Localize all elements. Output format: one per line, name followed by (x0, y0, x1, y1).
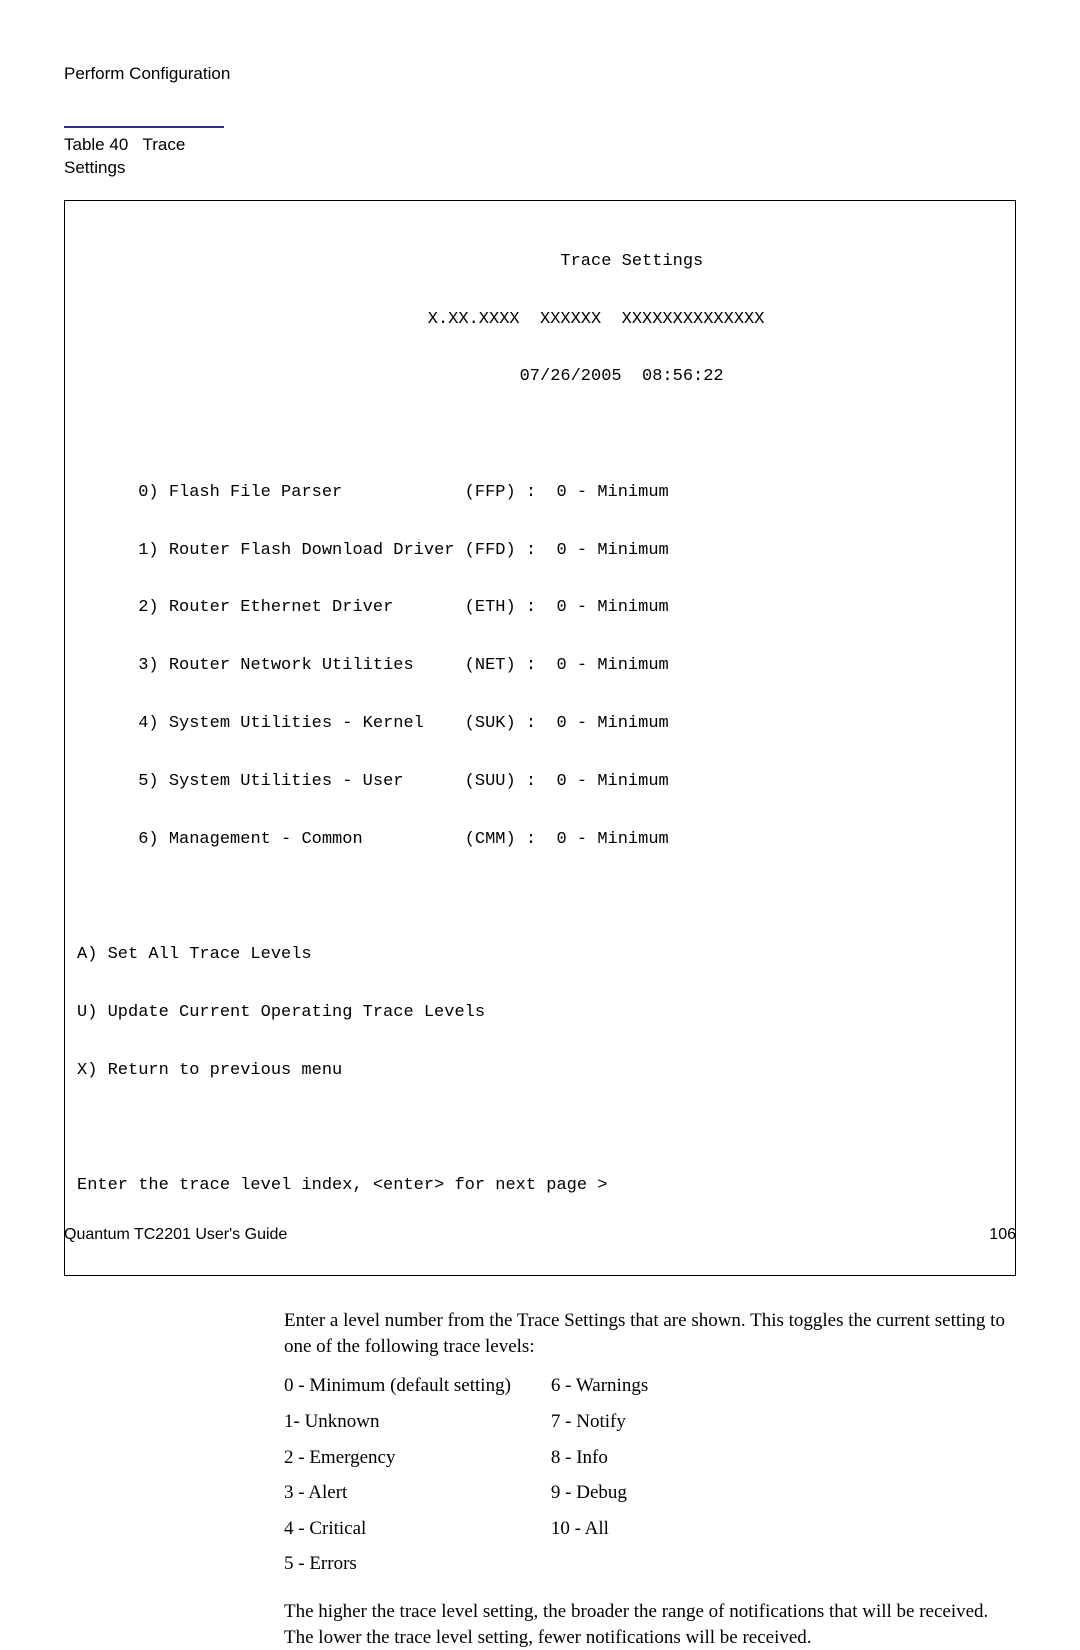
page-footer: Quantum TC2201 User's Guide 106 (64, 1226, 1016, 1244)
terminal-item-1: 1) Router Flash Download Driver (FFD) : … (77, 537, 1003, 566)
footer-left: Quantum TC2201 User's Guide (64, 1226, 287, 1244)
terminal-prompt: Enter the trace level index, <enter> for… (77, 1172, 1003, 1201)
terminal-cmd-a: A) Set All Trace Levels (77, 941, 1003, 970)
level-right-1: 7 - Notify (551, 1409, 688, 1445)
level-left-5: 5 - Errors (284, 1551, 551, 1587)
table-row: 4 - Critical10 - All (284, 1516, 688, 1552)
terminal-blank (77, 421, 1003, 450)
terminal-item-3: 3) Router Network Utilities (NET) : 0 - … (77, 652, 1003, 681)
page: Perform Configuration Table 40 Trace Set… (0, 0, 1080, 1296)
table-row: 1- Unknown7 - Notify (284, 1409, 688, 1445)
terminal-title: Trace Settings (77, 248, 1003, 277)
level-left-1: 1- Unknown (284, 1409, 551, 1445)
terminal-version: X.XX.XXXX XXXXXX XXXXXXXXXXXXXX (77, 306, 1003, 335)
terminal-item-5: 5) System Utilities - User (SUU) : 0 - M… (77, 768, 1003, 797)
level-right-0: 6 - Warnings (551, 1373, 688, 1409)
level-left-4: 4 - Critical (284, 1516, 551, 1552)
terminal-item-0: 0) Flash File Parser (FFP) : 0 - Minimum (77, 479, 1003, 508)
level-left-0: 0 - Minimum (default setting) (284, 1373, 551, 1409)
terminal-blank-2 (77, 883, 1003, 912)
terminal-item-4: 4) System Utilities - Kernel (SUK) : 0 -… (77, 710, 1003, 739)
table-row: 0 - Minimum (default setting)6 - Warning… (284, 1373, 688, 1409)
trace-levels-table: 0 - Minimum (default setting)6 - Warning… (284, 1373, 688, 1587)
footer-page-number: 106 (989, 1226, 1016, 1244)
level-right-5 (551, 1551, 688, 1587)
table-caption-block: Table 40 Trace Settings (64, 126, 224, 180)
terminal-box: Trace Settings X.XX.XXXX XXXXXX XXXXXXXX… (64, 200, 1016, 1276)
body-paragraph-2: The higher the trace level setting, the … (284, 1599, 1016, 1650)
terminal-blank-3 (77, 1114, 1003, 1143)
table-row: 2 - Emergency8 - Info (284, 1445, 688, 1481)
table-row: 5 - Errors (284, 1551, 688, 1587)
terminal-item-2: 2) Router Ethernet Driver (ETH) : 0 - Mi… (77, 594, 1003, 623)
level-right-2: 8 - Info (551, 1445, 688, 1481)
terminal-cmd-u: U) Update Current Operating Trace Levels (77, 999, 1003, 1028)
body-text: Enter a level number from the Trace Sett… (284, 1308, 1016, 1650)
table-caption: Table 40 Trace Settings (64, 134, 224, 180)
level-left-3: 3 - Alert (284, 1480, 551, 1516)
level-left-2: 2 - Emergency (284, 1445, 551, 1481)
table-caption-prefix: Table 40 (64, 135, 128, 154)
level-right-3: 9 - Debug (551, 1480, 688, 1516)
body-paragraph-1: Enter a level number from the Trace Sett… (284, 1308, 1016, 1359)
terminal-timestamp: 07/26/2005 08:56:22 (77, 363, 1003, 392)
table-caption-rule (64, 126, 224, 128)
level-right-4: 10 - All (551, 1516, 688, 1552)
page-header-title: Perform Configuration (64, 64, 1016, 84)
table-row: 3 - Alert9 - Debug (284, 1480, 688, 1516)
terminal-item-6: 6) Management - Common (CMM) : 0 - Minim… (77, 826, 1003, 855)
terminal-cmd-x: X) Return to previous menu (77, 1057, 1003, 1086)
